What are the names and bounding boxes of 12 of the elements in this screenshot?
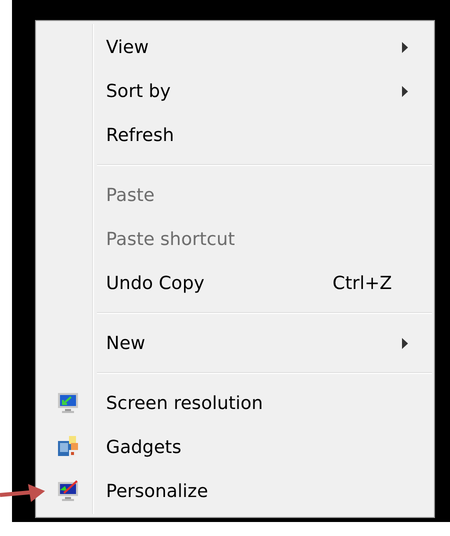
menu-item[interactable]: View — [38, 25, 432, 69]
menu-item[interactable]: Screen resolution — [38, 381, 432, 425]
menu-item[interactable]: Gadgets — [38, 425, 432, 469]
monitor-icon — [56, 391, 80, 415]
gadgets-icon — [56, 435, 80, 459]
menu-item[interactable]: Sort by — [38, 69, 432, 113]
menu-item[interactable]: Personalize — [38, 469, 432, 513]
menu-item[interactable]: Undo Copy Ctrl+Z — [38, 261, 432, 305]
menu-item[interactable]: Refresh — [38, 113, 432, 157]
pointer-arrow — [0, 482, 46, 504]
monitor-icon — [56, 479, 80, 503]
menu-item[interactable]: New — [38, 321, 432, 365]
